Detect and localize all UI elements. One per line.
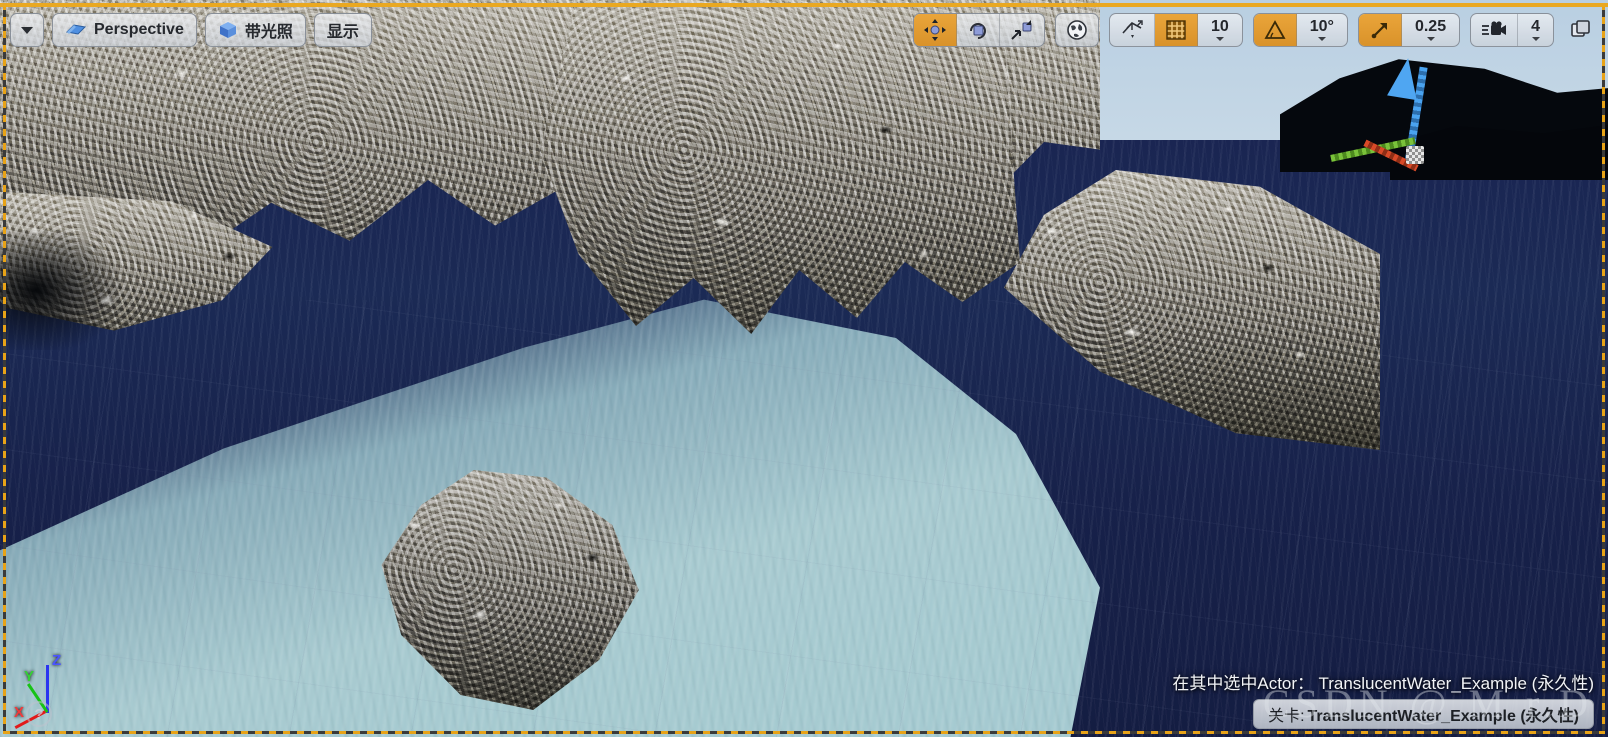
axis-orientation-indicator: Z Y X ? — [14, 643, 92, 729]
surface-snap-icon — [1120, 19, 1144, 41]
rotation-snap-group[interactable]: 10° — [1252, 13, 1348, 47]
camera-speed-button[interactable] — [1471, 14, 1519, 46]
rotation-snap-value[interactable]: 10° — [1297, 14, 1347, 46]
snap-settings-group[interactable]: 10 — [1108, 13, 1243, 47]
camera-speed-group[interactable]: 4 — [1470, 13, 1554, 47]
gizmo-center-handle[interactable] — [1406, 146, 1424, 164]
chevron-down-icon — [1215, 37, 1224, 41]
3d-scene-render[interactable] — [0, 0, 1608, 737]
move-transform-gizmo[interactable] — [1310, 55, 1450, 180]
selection-status-text: 在其中选中Actor： TranslucentWater_Example (永久… — [1172, 674, 1594, 693]
camera-mode-button[interactable]: Perspective — [52, 13, 197, 47]
level-viewport[interactable]: Perspective 带光照 显示 10 10° 0.25 4 Z Y X ?… — [0, 0, 1608, 737]
move-tool-button[interactable] — [913, 14, 957, 46]
scale-snap-group[interactable]: 0.25 — [1357, 13, 1461, 47]
perspective-camera-icon — [65, 22, 87, 38]
camera-mode-label: Perspective — [94, 21, 184, 38]
scale-snap-value-label: 0.25 — [1414, 18, 1447, 35]
move-gizmo-icon — [923, 19, 946, 41]
grid-snap-value-label: 10 — [1210, 18, 1229, 35]
axis-x-label: X — [14, 704, 25, 721]
cave-shadow — [0, 230, 120, 350]
axis-z-label: Z — [52, 652, 62, 669]
viewport-toolbar[interactable]: Perspective 带光照 显示 10 10° 0.25 4 — [0, 7, 1608, 53]
chevron-down-icon — [1317, 37, 1326, 41]
rotation-snap-value-label: 10° — [1309, 18, 1334, 35]
rotate-tool-button[interactable] — [957, 14, 1000, 46]
camera-speed-value[interactable]: 4 — [1518, 14, 1553, 46]
level-name: TranslucentWater_Example (永久性) — [1307, 708, 1579, 725]
chevron-down-icon — [1426, 37, 1435, 41]
coordinate-system-group[interactable] — [1054, 13, 1099, 47]
maximize-viewport-button[interactable] — [1564, 17, 1598, 43]
gizmo-z-arrowhead[interactable] — [1387, 55, 1423, 101]
current-level-chip[interactable]: 关卡: TranslucentWater_Example (永久性) — [1253, 699, 1594, 729]
grid-snap-value[interactable]: 10 — [1198, 14, 1242, 46]
help-icon[interactable]: ? — [26, 701, 52, 727]
axis-y-label: Y — [24, 668, 35, 685]
chevron-down-icon — [21, 26, 33, 34]
chevron-down-icon — [1531, 37, 1540, 41]
scale-snap-toggle[interactable] — [1358, 14, 1402, 46]
viewport-options-button[interactable] — [10, 13, 44, 47]
view-mode-button[interactable]: 带光照 — [204, 13, 306, 47]
camera-speed-icon — [1481, 20, 1507, 40]
surface-snap-button[interactable] — [1110, 14, 1155, 46]
scale-gizmo-icon — [1010, 19, 1034, 41]
scale-arrow-icon — [1369, 19, 1391, 41]
show-menu-label: 显示 — [326, 24, 359, 41]
world-globe-icon — [1066, 19, 1088, 41]
rotate-gizmo-icon — [967, 19, 989, 41]
world-space-button[interactable] — [1056, 14, 1098, 46]
transform-tools-group[interactable] — [912, 13, 1045, 47]
view-mode-label: 带光照 — [244, 24, 293, 41]
camera-speed-value-label: 4 — [1531, 18, 1540, 35]
scale-tool-button[interactable] — [1000, 14, 1044, 46]
lit-cube-icon — [218, 20, 238, 40]
level-label: 关卡: — [1268, 708, 1305, 725]
grid-icon — [1165, 19, 1187, 41]
scale-snap-value[interactable]: 0.25 — [1402, 14, 1459, 46]
viewport-status-overlay: 在其中选中Actor： TranslucentWater_Example (永久… — [1172, 669, 1594, 729]
show-menu-button[interactable]: 显示 — [313, 13, 372, 47]
grid-snap-toggle[interactable] — [1154, 14, 1198, 46]
angle-icon — [1264, 19, 1286, 41]
rotation-snap-toggle[interactable] — [1253, 14, 1297, 46]
